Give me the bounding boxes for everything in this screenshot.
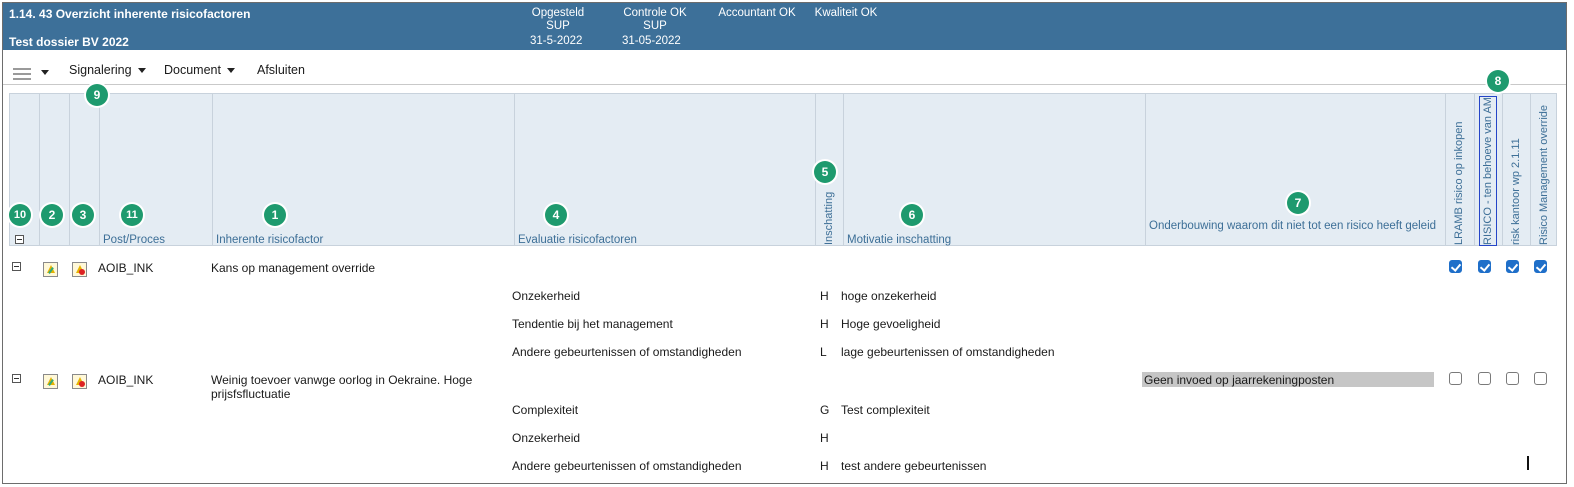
cell-evaluatie[interactable]: Andere gebeurtenissen of omstandigheden xyxy=(512,459,742,473)
cell-evaluatie[interactable]: Complexiteit xyxy=(512,403,578,417)
column-header-v1[interactable]: LRAMB risico op inkopen xyxy=(1453,121,1465,245)
menu-dropdown-button[interactable] xyxy=(41,70,49,75)
cell-motivatie[interactable]: Hoge gevoeligheid xyxy=(841,317,940,331)
cell-evaluatie[interactable]: Andere gebeurtenissen of omstandigheden xyxy=(512,345,742,359)
dossier-name: Test dossier BV 2022 xyxy=(9,35,129,49)
status-accountant[interactable]: Accountant OK xyxy=(717,7,797,20)
annotation-badge: 5 xyxy=(814,161,836,183)
annotation-badge: 9 xyxy=(86,84,108,106)
checkbox-icon[interactable] xyxy=(1506,372,1519,385)
cell-inschatting[interactable]: H xyxy=(820,431,829,445)
cell-motivatie[interactable]: test andere gebeurtenissen xyxy=(841,459,986,473)
hamburger-icon[interactable] xyxy=(13,68,31,80)
cell-factor[interactable]: Weinig toevoer vanwge oorlog in Oekraine… xyxy=(211,373,501,401)
chevron-down-icon xyxy=(226,67,235,73)
collapse-all-icon[interactable] xyxy=(15,235,24,244)
annotation-badge: 10 xyxy=(9,204,31,226)
column-header-v3[interactable]: risk kantoor wp 2.1.11 xyxy=(1510,138,1522,245)
status-kwaliteit[interactable]: Kwaliteit OK xyxy=(813,7,879,20)
checkbox-icon[interactable] xyxy=(1478,372,1491,385)
column-header-inschatting[interactable]: Inschatting xyxy=(823,192,835,245)
page-title: 1.14. 43 Overzicht inherente risicofacto… xyxy=(9,7,251,21)
title-bar: 1.14. 43 Overzicht inherente risicofacto… xyxy=(3,3,1566,50)
grid-header: Post/Proces Inherente risicofactor Evalu… xyxy=(9,93,1557,246)
cell-inschatting[interactable]: H xyxy=(820,317,829,331)
cell-onderbouwing[interactable]: Geen invoed op jaarrekeningposten xyxy=(1144,373,1334,387)
cell-post[interactable]: AOIB_INK xyxy=(98,373,153,387)
cell-motivatie[interactable]: lage gebeurtenissen of omstandigheden xyxy=(841,345,1055,359)
cell-inschatting[interactable]: H xyxy=(820,289,829,303)
cell-motivatie[interactable]: Test complexiteit xyxy=(841,403,930,417)
cell-evaluatie[interactable]: Onzekerheid xyxy=(512,289,580,303)
warning-icon[interactable] xyxy=(43,374,58,389)
column-header-v4[interactable]: Risico Management override xyxy=(1538,105,1550,245)
cell-inschatting[interactable]: G xyxy=(820,403,829,417)
collapse-row-icon[interactable] xyxy=(12,374,21,383)
column-header-onderbouwing[interactable]: Onderbouwing waarom dit niet tot een ris… xyxy=(1149,220,1439,233)
status-opgesteld[interactable]: Opgesteld SUP 31-5-2022 xyxy=(530,7,586,47)
checkbox-icon[interactable] xyxy=(1506,260,1519,273)
column-header-v2[interactable]: RISICO - ten behoeve van AM xyxy=(1482,97,1494,245)
cell-post[interactable]: AOIB_INK xyxy=(98,261,153,275)
annotation-badge: 11 xyxy=(121,204,143,226)
warning-icon[interactable] xyxy=(43,262,58,277)
cell-inschatting[interactable]: L xyxy=(820,345,827,359)
annotation-badge: 3 xyxy=(72,204,94,226)
chevron-down-icon xyxy=(137,67,146,73)
annotation-badge: 7 xyxy=(1287,192,1309,214)
checkbox-icon[interactable] xyxy=(1478,260,1491,273)
checkbox-icon[interactable] xyxy=(1449,260,1462,273)
document-icon[interactable] xyxy=(72,262,87,277)
cell-motivatie[interactable]: hoge onzekerheid xyxy=(841,289,936,303)
chevron-down-icon xyxy=(41,70,49,75)
collapse-row-icon[interactable] xyxy=(12,262,21,271)
cell-factor[interactable]: Kans op management override xyxy=(211,261,375,275)
checkbox-icon[interactable] xyxy=(1534,260,1547,273)
window-frame: 1.14. 43 Overzicht inherente risicofacto… xyxy=(2,2,1567,484)
toolbar: Signalering Document Afsluiten xyxy=(3,50,1566,85)
annotation-badge: 2 xyxy=(41,204,63,226)
column-header-evaluatie[interactable]: Evaluatie risicofactoren xyxy=(518,234,637,246)
annotation-badge: 8 xyxy=(1487,70,1509,92)
document-icon[interactable] xyxy=(72,374,87,389)
signalering-menu[interactable]: Signalering xyxy=(69,63,146,77)
checkbox-icon[interactable] xyxy=(1449,372,1462,385)
cell-evaluatie[interactable]: Onzekerheid xyxy=(512,431,580,445)
annotation-badge: 6 xyxy=(901,204,923,226)
annotation-badge: 4 xyxy=(545,204,567,226)
text-cursor xyxy=(1527,456,1529,470)
document-menu[interactable]: Document xyxy=(164,63,235,77)
status-controle[interactable]: Controle OK SUP 31-05-2022 xyxy=(622,7,688,47)
afsluiten-button[interactable]: Afsluiten xyxy=(257,63,305,77)
checkbox-icon[interactable] xyxy=(1534,372,1547,385)
column-header-post[interactable]: Post/Proces xyxy=(103,234,165,246)
cell-inschatting[interactable]: H xyxy=(820,459,829,473)
column-header-factor[interactable]: Inherente risicofactor xyxy=(216,234,323,246)
cell-evaluatie[interactable]: Tendentie bij het management xyxy=(512,317,673,331)
annotation-badge: 1 xyxy=(264,204,286,226)
column-header-motivatie[interactable]: Motivatie inschatting xyxy=(847,234,951,246)
